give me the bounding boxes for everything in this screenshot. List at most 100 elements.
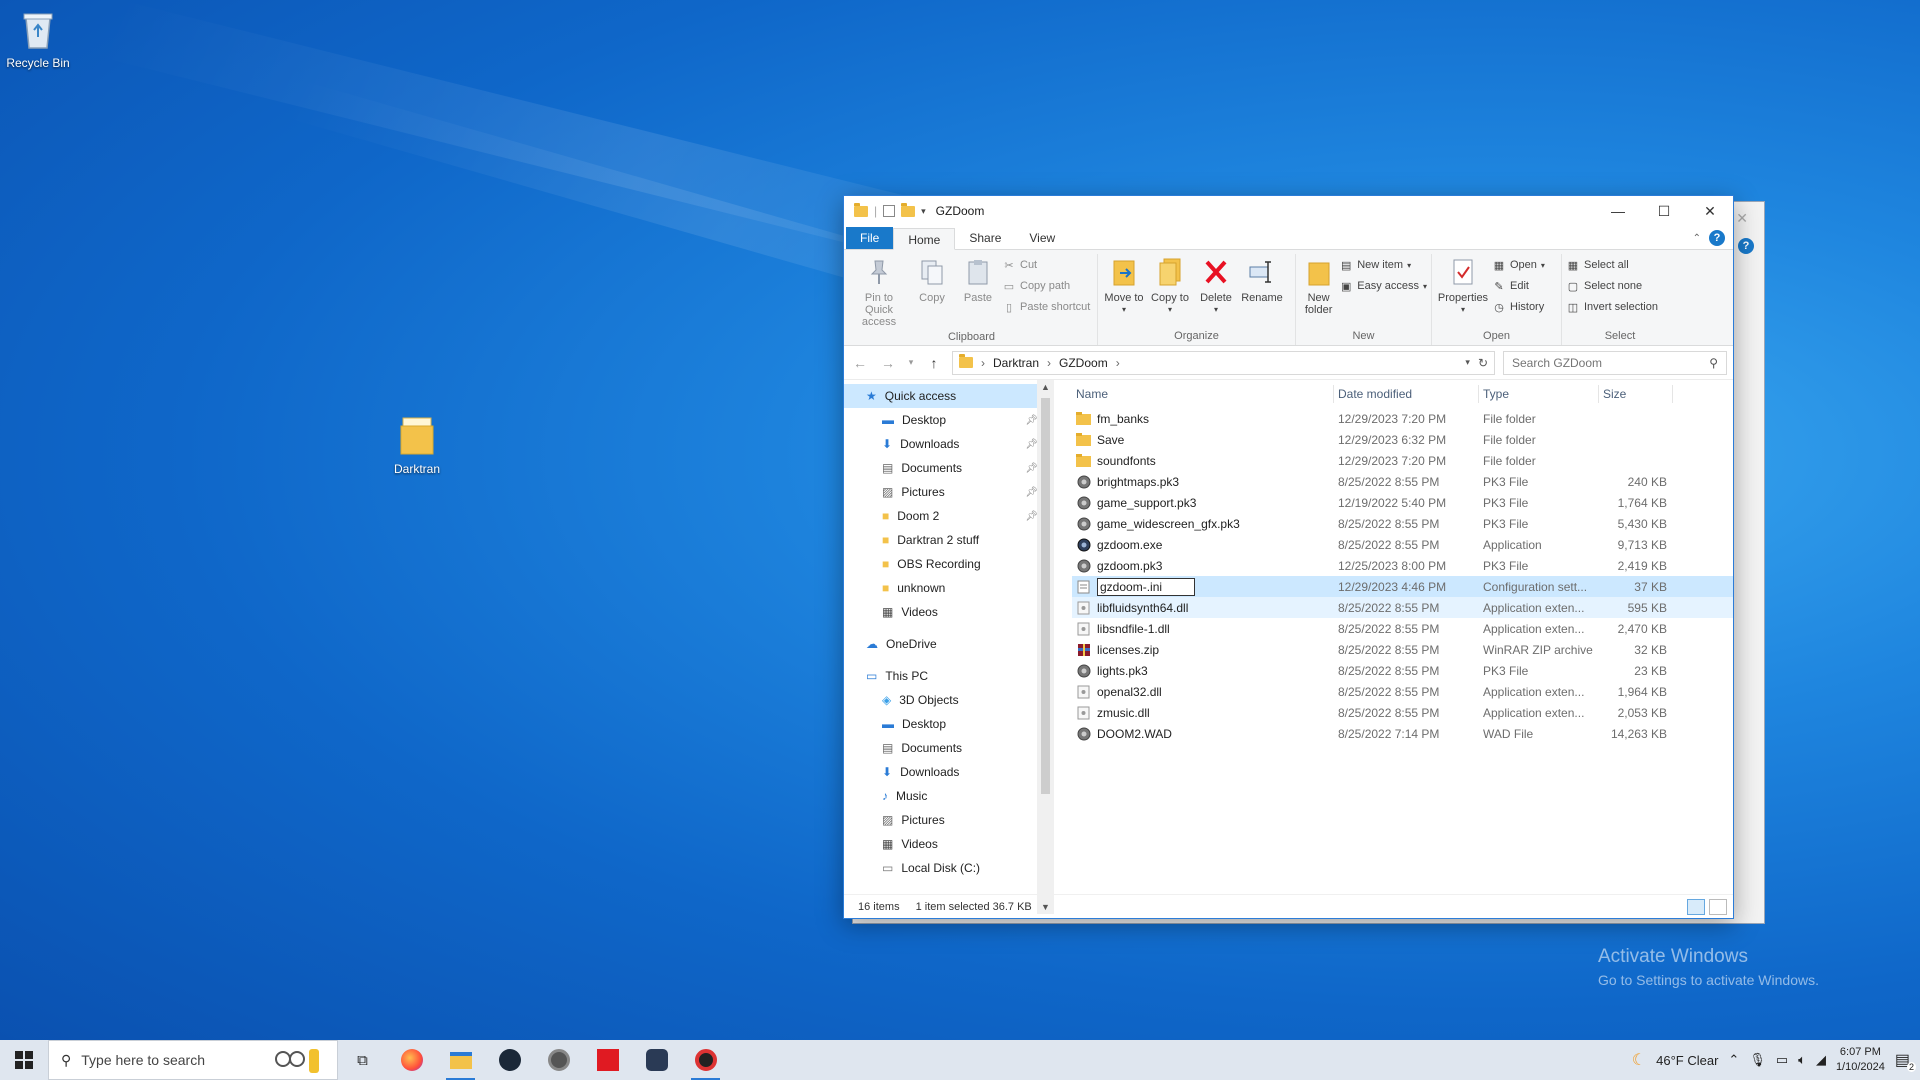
new-item-button[interactable]: ▤ New item ▾ (1339, 256, 1427, 274)
file-row[interactable]: gzdoom.exe 8/25/2022 8:55 PM Application 9,… (1072, 534, 1733, 555)
paste-shortcut-button[interactable]: ▯ Paste shortcut (1002, 298, 1090, 316)
breadcrumb-darktran[interactable]: Darktran (993, 356, 1039, 370)
file-row[interactable]: game_support.pk3 12/19/2022 5:40 PM PK3 Fi… (1072, 492, 1733, 513)
file-row[interactable]: gzdoom.pk3 12/25/2023 8:00 PM PK3 File 2,41… (1072, 555, 1733, 576)
firefox-taskbar-button[interactable] (387, 1040, 436, 1080)
nav-item[interactable]: ⬇ Downloads (844, 760, 1054, 784)
close-icon[interactable]: ✕ (1736, 210, 1748, 227)
file-row[interactable]: libsndfile-1.dll 8/25/2022 8:55 PM Applica… (1072, 618, 1733, 639)
nav-item[interactable]: ▤ Documents 📌︎ (844, 456, 1054, 480)
nav-onedrive[interactable]: ☁ OneDrive (844, 632, 1054, 656)
resolve-taskbar-button[interactable] (632, 1040, 681, 1080)
tab-view[interactable]: View (1015, 227, 1069, 249)
breadcrumb-gzdoom[interactable]: GZDoom (1059, 356, 1108, 370)
file-row[interactable]: soundfonts 12/29/2023 7:20 PM File folder (1072, 450, 1733, 471)
nav-this-pc[interactable]: ▭ This PC (844, 664, 1054, 688)
file-row[interactable]: gzdoom-.ini 12/29/2023 4:46 PM Configurati… (1072, 576, 1733, 597)
invert-selection-button[interactable]: ◫ Invert selection (1566, 298, 1658, 316)
chevron-down-icon[interactable]: ▾ (1465, 357, 1470, 368)
file-name-cell[interactable]: lights.pk3 (1072, 663, 1334, 678)
new-folder-button[interactable]: New folder (1300, 254, 1337, 327)
easy-access-button[interactable]: ▣ Easy access ▾ (1339, 277, 1427, 295)
navigation-pane[interactable]: ★ Quick access ▬ Desktop 📌︎ ⬇ Downloads 📌︎ ▤ Do… (844, 380, 1054, 914)
file-name-cell[interactable]: gzdoom-.ini (1072, 577, 1334, 596)
nav-scrollbar[interactable]: ▲ ▼ (1037, 380, 1054, 914)
file-name-cell[interactable]: DOOM2.WAD (1072, 726, 1334, 741)
network-icon[interactable]: ◢ (1816, 1052, 1826, 1068)
microphone-icon[interactable]: 🎙︎ (1749, 1052, 1766, 1068)
file-row[interactable]: zmusic.dll 8/25/2022 8:55 PM Application e… (1072, 702, 1733, 723)
task-view-button[interactable]: ⧉ (338, 1040, 387, 1080)
large-icons-view-button[interactable] (1709, 898, 1727, 915)
select-none-button[interactable]: ▢ Select none (1566, 277, 1658, 295)
nav-item[interactable]: ■ OBS Recording (844, 552, 1054, 576)
paste-button[interactable]: Paste (956, 254, 1000, 328)
file-name-cell[interactable]: Save (1072, 432, 1334, 447)
file-row[interactable]: openal32.dll 8/25/2022 8:55 PM Application… (1072, 681, 1733, 702)
copy-button[interactable]: Copy (910, 254, 954, 328)
nav-item[interactable]: ♪ Music (844, 784, 1054, 808)
volume-icon[interactable]: 🔈︎ (1798, 1052, 1806, 1068)
nav-item[interactable]: ▤ Documents (844, 736, 1054, 760)
address-input[interactable]: › Darktran › GZDoom › ▾ ↻ (952, 350, 1495, 375)
scrollbar-thumb[interactable] (1041, 398, 1050, 794)
clock[interactable]: 6:07 PM 1/10/2024 (1836, 1045, 1885, 1075)
weather-icon[interactable]: ☾ (1632, 1050, 1646, 1070)
edit-button[interactable]: ✎ Edit (1492, 277, 1545, 295)
file-row[interactable]: Save 12/29/2023 6:32 PM File folder (1072, 429, 1733, 450)
file-name-cell[interactable]: gzdoom.exe (1072, 537, 1334, 552)
nav-item[interactable]: ▦ Videos (844, 832, 1054, 856)
file-name-cell[interactable]: libfluidsynth64.dll (1072, 600, 1334, 615)
nav-item[interactable]: ▨ Pictures (844, 808, 1054, 832)
desktop-icon-recycle-bin[interactable]: Recycle Bin (0, 8, 78, 70)
column-type[interactable]: Type (1479, 385, 1599, 403)
gzdoom-taskbar-button[interactable] (534, 1040, 583, 1080)
cut-button[interactable]: ✂ Cut (1002, 256, 1090, 274)
file-row[interactable]: libfluidsynth64.dll 8/25/2022 8:55 PM Appl… (1072, 597, 1733, 618)
chevron-up-icon[interactable]: ⌃ (1693, 233, 1701, 244)
steam-taskbar-button[interactable] (485, 1040, 534, 1080)
open-button[interactable]: ▦ Open ▾ (1492, 256, 1545, 274)
file-name-cell[interactable]: brightmaps.pk3 (1072, 474, 1334, 489)
search-icon[interactable]: ⚲ (1709, 356, 1718, 370)
help-icon[interactable]: ? (1738, 238, 1754, 254)
file-row[interactable]: DOOM2.WAD 8/25/2022 7:14 PM WAD File 14,263… (1072, 723, 1733, 744)
scroll-up-arrow[interactable]: ▲ (1037, 382, 1054, 392)
nav-item[interactable]: ▬ Desktop (844, 712, 1054, 736)
file-name-cell[interactable]: soundfonts (1072, 453, 1334, 468)
history-button[interactable]: ◷ History (1492, 298, 1545, 316)
weather-text[interactable]: 46°F Clear (1656, 1053, 1718, 1068)
file-name-cell[interactable]: openal32.dll (1072, 684, 1334, 699)
properties-icon[interactable] (883, 205, 896, 217)
move-to-button[interactable]: Move to ▾ (1102, 254, 1146, 327)
refresh-icon[interactable]: ↻ (1478, 356, 1488, 370)
select-all-button[interactable]: ▦ Select all (1566, 256, 1658, 274)
start-button[interactable] (0, 1040, 48, 1080)
taskbar-search[interactable]: ⚲ Type here to search (48, 1040, 338, 1080)
rename-button[interactable]: Rename (1240, 254, 1284, 327)
file-name-cell[interactable]: game_support.pk3 (1072, 495, 1334, 510)
file-name-cell[interactable]: licenses.zip (1072, 642, 1334, 657)
pin-to-quick-access-button[interactable]: Pin to Quick access (850, 254, 908, 328)
nav-item[interactable]: ◈ 3D Objects (844, 688, 1054, 712)
nav-item[interactable]: ▨ Pictures 📌︎ (844, 480, 1054, 504)
file-name-cell[interactable]: gzdoom.pk3 (1072, 558, 1334, 573)
nav-item[interactable]: ⬇ Downloads 📌︎ (844, 432, 1054, 456)
copy-path-button[interactable]: ▭ Copy path (1002, 277, 1090, 295)
title-bar[interactable]: | ▾ GZDoom — ☐ ✕ (844, 196, 1733, 226)
chevron-up-icon[interactable]: ⌃ (1728, 1052, 1739, 1068)
file-row[interactable]: brightmaps.pk3 8/25/2022 8:55 PM PK3 File 2… (1072, 471, 1733, 492)
new-folder-icon[interactable] (901, 202, 916, 217)
file-explorer-taskbar-button[interactable] (436, 1040, 485, 1080)
file-row[interactable]: lights.pk3 8/25/2022 8:55 PM PK3 File 23 KB (1072, 660, 1733, 681)
file-row[interactable]: licenses.zip 8/25/2022 8:55 PM WinRAR ZIP … (1072, 639, 1733, 660)
file-name-cell[interactable]: zmusic.dll (1072, 705, 1334, 720)
details-view-button[interactable] (1687, 898, 1705, 915)
chevron-down-icon[interactable]: ▾ (921, 206, 926, 217)
file-row[interactable]: fm_banks 12/29/2023 7:20 PM File folder (1072, 408, 1733, 429)
file-list[interactable]: Name Date modified Type Size fm_banks 12/… (1054, 380, 1733, 914)
file-name-cell[interactable]: fm_banks (1072, 411, 1334, 426)
nav-item[interactable]: ■ Doom 2 📌︎ (844, 504, 1054, 528)
obs-taskbar-button[interactable] (681, 1040, 730, 1080)
column-date-modified[interactable]: Date modified (1334, 385, 1479, 403)
